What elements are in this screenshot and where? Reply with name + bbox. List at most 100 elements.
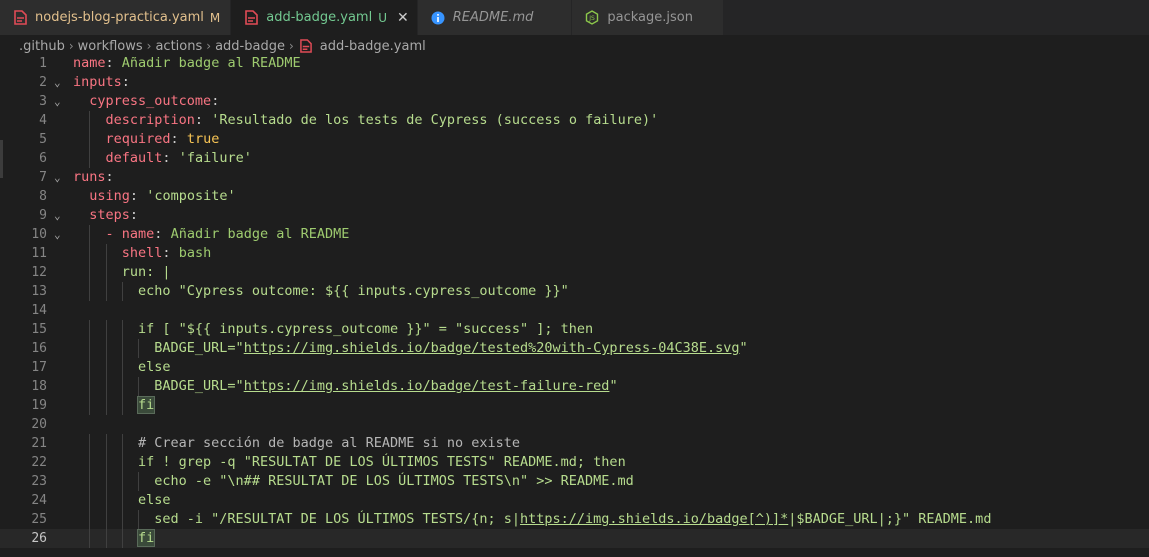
line-number: 19 [31, 398, 47, 413]
code-text: if ! grep -q "RESULTAT DE LOS ÚLTIMOS TE… [138, 454, 626, 470]
yaml-file-icon [12, 10, 28, 26]
code-text: using: 'composite' [89, 188, 236, 204]
code-text: default: 'failure' [105, 150, 252, 166]
tab-label: package.json [607, 10, 693, 25]
code-line[interactable]: 11 shell: bash [0, 244, 1149, 263]
code-line[interactable]: 6 default: 'failure' [0, 149, 1149, 168]
fold-chevron-icon[interactable]: ⌄ [54, 206, 61, 225]
line-number: 22 [31, 455, 47, 470]
chevron-right-icon: › [146, 39, 152, 53]
line-number: 23 [31, 474, 47, 489]
chevron-right-icon: › [206, 39, 212, 53]
code-text: else [138, 359, 171, 375]
code-line[interactable]: 17 else [0, 358, 1149, 377]
code-line[interactable]: 16 BADGE_URL="https://img.shields.io/bad… [0, 339, 1149, 358]
tab-bar: nodejs-blog-practica.yaml M add-badge.ya… [0, 0, 1149, 35]
code-line[interactable]: 7 ⌄ runs: [0, 168, 1149, 187]
code-line[interactable]: 8 using: 'composite' [0, 187, 1149, 206]
git-status-badge: U [378, 10, 387, 25]
code-line[interactable]: 5 required: true [0, 130, 1149, 149]
line-number: 4 [39, 113, 47, 128]
code-text: fi [137, 396, 156, 414]
info-icon [430, 10, 446, 26]
code-line[interactable]: 21 # Crear sección de badge al README si… [0, 434, 1149, 453]
code-text: shell: bash [121, 245, 212, 261]
code-line[interactable]: 2 ⌄ inputs: [0, 73, 1149, 92]
breadcrumb-item[interactable]: .github [19, 39, 65, 54]
tab-readme[interactable]: README.md [417, 0, 573, 35]
code-text: BADGE_URL="https://img.shields.io/badge/… [154, 340, 748, 356]
line-number: 7 [39, 170, 47, 185]
code-text: runs: [73, 169, 114, 185]
tab-add-badge[interactable]: add-badge.yaml U ✕ [231, 0, 418, 35]
code-line[interactable]: 15 if [ "${{ inputs.cypress_outcome }}" … [0, 320, 1149, 339]
code-line[interactable]: 22 if ! grep -q "RESULTAT DE LOS ÚLTIMOS… [0, 453, 1149, 472]
line-number: 21 [31, 436, 47, 451]
line-number: 20 [31, 417, 47, 432]
line-number: 2 [39, 75, 47, 90]
code-text: steps: [89, 207, 139, 223]
yaml-file-icon [243, 10, 259, 26]
tab-label: add-badge.yaml [266, 10, 373, 25]
code-text: else [138, 492, 171, 508]
tab-package-json[interactable]: JS package.json [572, 0, 724, 35]
git-status-badge: M [209, 10, 221, 25]
code-text: run: | [121, 264, 171, 280]
line-number: 18 [31, 379, 47, 394]
breadcrumb-item[interactable]: workflows [78, 39, 143, 54]
code-line[interactable]: 23 echo -e "\n## RESULTAT DE LOS ÚLTIMOS… [0, 472, 1149, 491]
line-number: 5 [39, 132, 47, 147]
code-text: if [ "${{ inputs.cypress_outcome }}" = "… [138, 321, 594, 337]
line-number: 8 [39, 189, 47, 204]
tab-label: README.md [452, 10, 534, 25]
chevron-right-icon: › [68, 39, 74, 53]
code-editor[interactable]: 1 name: Añadir badge al README 2 ⌄ inputs: 3 ⌄… [0, 54, 1149, 557]
code-text: name: Añadir badge al README [73, 55, 301, 71]
close-icon[interactable]: ✕ [397, 10, 409, 26]
code-text: description: 'Resultado de los tests de … [105, 112, 659, 128]
fold-chevron-icon[interactable]: ⌄ [54, 168, 61, 187]
code-text: echo "Cypress outcome: ${{ inputs.cypres… [138, 283, 569, 299]
fold-chevron-icon[interactable]: ⌄ [54, 225, 61, 244]
line-number: 24 [31, 493, 47, 508]
line-number: 15 [31, 322, 47, 337]
nodejs-icon: JS [584, 10, 600, 26]
line-number: 25 [31, 512, 47, 527]
line-number: 1 [39, 56, 47, 71]
line-number: 10 [31, 227, 47, 242]
code-line[interactable]: 19 fi [0, 396, 1149, 415]
code-line[interactable]: 24 else [0, 491, 1149, 510]
breadcrumb-item[interactable]: add-badge.yaml [320, 39, 426, 54]
line-number: 26 [31, 531, 47, 546]
code-text: inputs: [73, 74, 130, 90]
code-line[interactable]: 18 BADGE_URL="https://img.shields.io/bad… [0, 377, 1149, 396]
code-line[interactable]: 3 ⌄ cypress_outcome: [0, 92, 1149, 111]
fold-chevron-icon[interactable]: ⌄ [54, 73, 61, 92]
code-line[interactable]: 9 ⌄ steps: [0, 206, 1149, 225]
line-number: 6 [39, 151, 47, 166]
code-line[interactable]: 20 [0, 415, 1149, 434]
fold-chevron-icon[interactable]: ⌄ [54, 92, 61, 111]
line-number: 12 [31, 265, 47, 280]
code-line[interactable]: 12 run: | [0, 263, 1149, 282]
code-text: cypress_outcome: [89, 93, 220, 109]
code-line[interactable]: 26 fi [0, 529, 1149, 548]
tab-nodejs-blog-practica[interactable]: nodejs-blog-practica.yaml M [0, 0, 232, 35]
breadcrumb-item[interactable]: actions [155, 39, 202, 54]
chevron-right-icon: › [288, 39, 294, 53]
line-number: 13 [31, 284, 47, 299]
breadcrumb-item[interactable]: add-badge [215, 39, 285, 54]
code-line[interactable]: 4 description: 'Resultado de los tests d… [0, 111, 1149, 130]
yaml-file-icon [298, 38, 314, 54]
code-line[interactable]: 14 [0, 301, 1149, 320]
line-number: 17 [31, 360, 47, 375]
code-line[interactable]: 10 ⌄ - name: Añadir badge al README [0, 225, 1149, 244]
code-text: fi [137, 529, 156, 547]
svg-text:JS: JS [589, 15, 596, 22]
code-text: # Crear sección de badge al README si no… [138, 435, 521, 451]
code-line[interactable]: 13 echo "Cypress outcome: ${{ inputs.cyp… [0, 282, 1149, 301]
line-number: 11 [31, 246, 47, 261]
code-line[interactable]: 1 name: Añadir badge al README [0, 54, 1149, 73]
line-number: 16 [31, 341, 47, 356]
code-line[interactable]: 25 sed -i "/RESULTAT DE LOS ÚLTIMOS TEST… [0, 510, 1149, 529]
